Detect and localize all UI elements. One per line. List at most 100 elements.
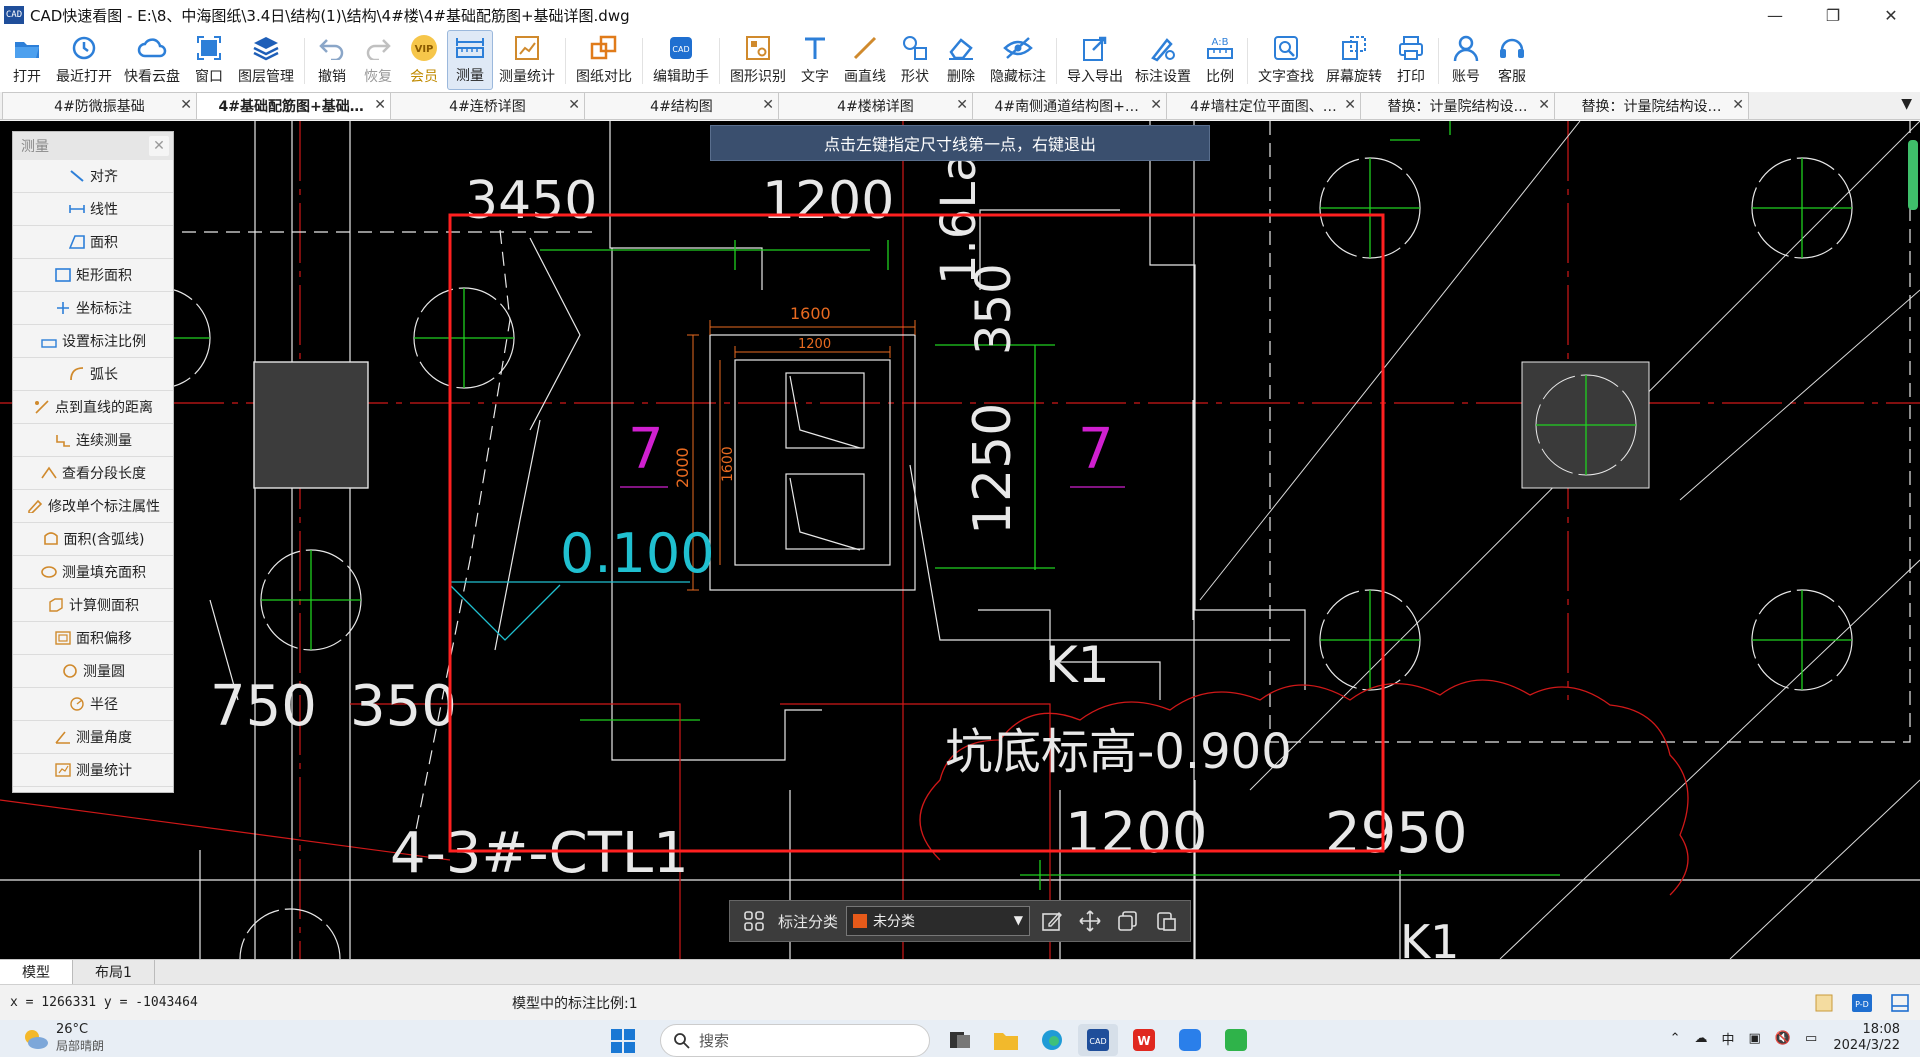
- minimize-button[interactable]: —: [1746, 0, 1804, 30]
- measure-point-line-button[interactable]: 点到直线的距离: [13, 391, 173, 424]
- copy-icon[interactable]: [1112, 905, 1144, 937]
- tab-close-icon[interactable]: ✕: [374, 97, 386, 113]
- vertical-scrollbar-thumb[interactable]: [1908, 140, 1918, 210]
- wechat-icon[interactable]: [1216, 1024, 1256, 1056]
- scale-button[interactable]: A:B 比例: [1197, 30, 1243, 90]
- text-search-button[interactable]: 文字查找: [1252, 30, 1320, 90]
- measure-angle-button[interactable]: 测量角度: [13, 721, 173, 754]
- measure-rect-area-button[interactable]: 矩形面积: [13, 259, 173, 292]
- tab-model[interactable]: 模型: [0, 960, 73, 984]
- measure-segment-label: 查看分段长度: [62, 466, 146, 482]
- measure-coordinate-button[interactable]: 坐标标注: [13, 292, 173, 325]
- tab-close-icon[interactable]: ✕: [762, 97, 774, 113]
- tab-close-icon[interactable]: ✕: [1538, 97, 1550, 113]
- tab-stair-detail[interactable]: 4#楼梯详图 ✕: [778, 92, 973, 119]
- measure-arc-length-button[interactable]: 弧长: [13, 358, 173, 391]
- annotation-settings-label: 标注设置: [1135, 69, 1191, 85]
- text-button[interactable]: 文字: [792, 30, 838, 90]
- measure-radius-button[interactable]: 半径: [13, 688, 173, 721]
- drawing-canvas[interactable]: 3450 1200 1.6La 350 1250 K1 750 350 坑底标高…: [0, 121, 1920, 959]
- edge-browser-icon[interactable]: [1032, 1024, 1072, 1056]
- chevron-up-icon[interactable]: ⌃: [1670, 1031, 1681, 1046]
- system-clock[interactable]: 18:08 2024/3/22: [1833, 1022, 1900, 1054]
- import-export-button[interactable]: 导入导出: [1061, 30, 1129, 90]
- tab-close-icon[interactable]: ✕: [1732, 97, 1744, 113]
- tab-anti-vibration-foundation[interactable]: 4#防微振基础 ✕: [2, 92, 197, 119]
- measure-arc-area-button[interactable]: 面积(含弧线): [13, 523, 173, 556]
- tab-replace-1[interactable]: 替换：计量院结构设… ✕: [1360, 92, 1555, 119]
- vip-button[interactable]: VIP 会员: [401, 30, 447, 90]
- drawing-compare-button[interactable]: 图纸对比: [570, 30, 638, 90]
- measure-stats-button[interactable]: 测量统计: [493, 30, 561, 90]
- account-button[interactable]: 账号: [1443, 30, 1489, 90]
- edit-helper-button[interactable]: CAD 编辑助手: [647, 30, 715, 90]
- tab-replace-2[interactable]: 替换：计量院结构设… ✕: [1554, 92, 1749, 119]
- measure-side-area-button[interactable]: 计算侧面积: [13, 589, 173, 622]
- redo-button[interactable]: 恢复: [355, 30, 401, 90]
- pdf-mode-icon[interactable]: P-D: [1850, 991, 1874, 1015]
- battery-icon[interactable]: ▭: [1805, 1031, 1817, 1046]
- tab-close-icon[interactable]: ✕: [180, 97, 192, 113]
- tab-bridge-detail[interactable]: 4#连桥详图 ✕: [390, 92, 585, 119]
- messaging-app-icon[interactable]: [1170, 1024, 1210, 1056]
- print-button[interactable]: 打印: [1388, 30, 1434, 90]
- tab-south-passage[interactable]: 4#南侧通道结构图+地… ✕: [972, 92, 1167, 119]
- measure-fill-area-button[interactable]: 测量填充面积: [13, 556, 173, 589]
- tab-foundation-reinforcement[interactable]: 4#基础配筋图+基础详图 ✕: [196, 92, 391, 119]
- measure-circle-button[interactable]: 测量圆: [13, 655, 173, 688]
- taskbar-search[interactable]: 搜索: [660, 1024, 930, 1057]
- pen-tool-icon[interactable]: [1812, 991, 1836, 1015]
- cloud-disk-button[interactable]: 快看云盘: [118, 30, 186, 90]
- measure-edit-annotation-button[interactable]: 修改单个标注属性: [13, 490, 173, 523]
- edit-note-icon[interactable]: [1036, 905, 1068, 937]
- display-icon[interactable]: ▣: [1749, 1031, 1761, 1046]
- annotation-category-select[interactable]: 未分类 ▼: [846, 906, 1031, 936]
- cad-viewer-app-icon[interactable]: CAD: [1078, 1024, 1118, 1056]
- delete-button[interactable]: 删除: [938, 30, 984, 90]
- tab-list-dropdown-icon[interactable]: ▼: [1901, 96, 1912, 112]
- rotate-screen-button[interactable]: 屏幕旋转: [1320, 30, 1388, 90]
- tab-close-icon[interactable]: ✕: [568, 97, 580, 113]
- measure-linear-button[interactable]: 线性: [13, 193, 173, 226]
- hide-annotation-button[interactable]: 隐藏标注: [984, 30, 1052, 90]
- measure-set-scale-button[interactable]: 设置标注比例: [13, 325, 173, 358]
- ime-indicator[interactable]: 中: [1722, 1029, 1735, 1048]
- close-window-button[interactable]: ✕: [1862, 0, 1920, 30]
- measure-segment-button[interactable]: 查看分段长度: [13, 457, 173, 490]
- measure-continuous-button[interactable]: 连续测量: [13, 424, 173, 457]
- weather-widget[interactable]: 26°C 局部晴朗: [20, 1022, 104, 1054]
- paste-icon[interactable]: [1150, 905, 1182, 937]
- tab-close-icon[interactable]: ✕: [956, 97, 968, 113]
- tab-structure-drawing[interactable]: 4#结构图 ✕: [584, 92, 779, 119]
- measure-area-button[interactable]: 面积: [13, 226, 173, 259]
- measure-panel-close-icon[interactable]: ✕: [149, 136, 169, 156]
- maximize-button[interactable]: ❐: [1804, 0, 1862, 30]
- draw-line-button[interactable]: 画直线: [838, 30, 892, 90]
- start-button[interactable]: [610, 1028, 636, 1057]
- measure-align-button[interactable]: 对齐: [13, 160, 173, 193]
- move-icon[interactable]: [1074, 905, 1106, 937]
- volume-muted-icon[interactable]: 🔇: [1775, 1031, 1791, 1046]
- annotation-settings-button[interactable]: 标注设置: [1129, 30, 1197, 90]
- network-icon[interactable]: ☁: [1695, 1031, 1708, 1046]
- open-button[interactable]: 打开: [4, 30, 50, 90]
- task-view-icon[interactable]: [940, 1024, 980, 1056]
- grid-icon[interactable]: [738, 905, 770, 937]
- recent-open-button[interactable]: 最近打开: [50, 30, 118, 90]
- layer-manage-button[interactable]: 图层管理: [232, 30, 300, 90]
- wps-office-icon[interactable]: W: [1124, 1024, 1164, 1056]
- measure-stats-panel-button[interactable]: 测量统计: [13, 754, 173, 787]
- tab-close-icon[interactable]: ✕: [1150, 97, 1162, 113]
- file-explorer-icon[interactable]: [986, 1024, 1026, 1056]
- panel-toggle-icon[interactable]: [1888, 991, 1912, 1015]
- measure-button[interactable]: 测量: [447, 30, 493, 90]
- tab-layout1[interactable]: 布局1: [73, 960, 155, 984]
- tab-close-icon[interactable]: ✕: [1344, 97, 1356, 113]
- undo-button[interactable]: 撤销: [309, 30, 355, 90]
- measure-area-offset-button[interactable]: 面积偏移: [13, 622, 173, 655]
- customer-service-button[interactable]: 客服: [1489, 30, 1535, 90]
- shape-recognize-button[interactable]: 图形识别: [724, 30, 792, 90]
- tab-wall-column-plan[interactable]: 4#墙柱定位平面图、… ✕: [1166, 92, 1361, 119]
- shape-button[interactable]: 形状: [892, 30, 938, 90]
- window-button[interactable]: 窗口: [186, 30, 232, 90]
